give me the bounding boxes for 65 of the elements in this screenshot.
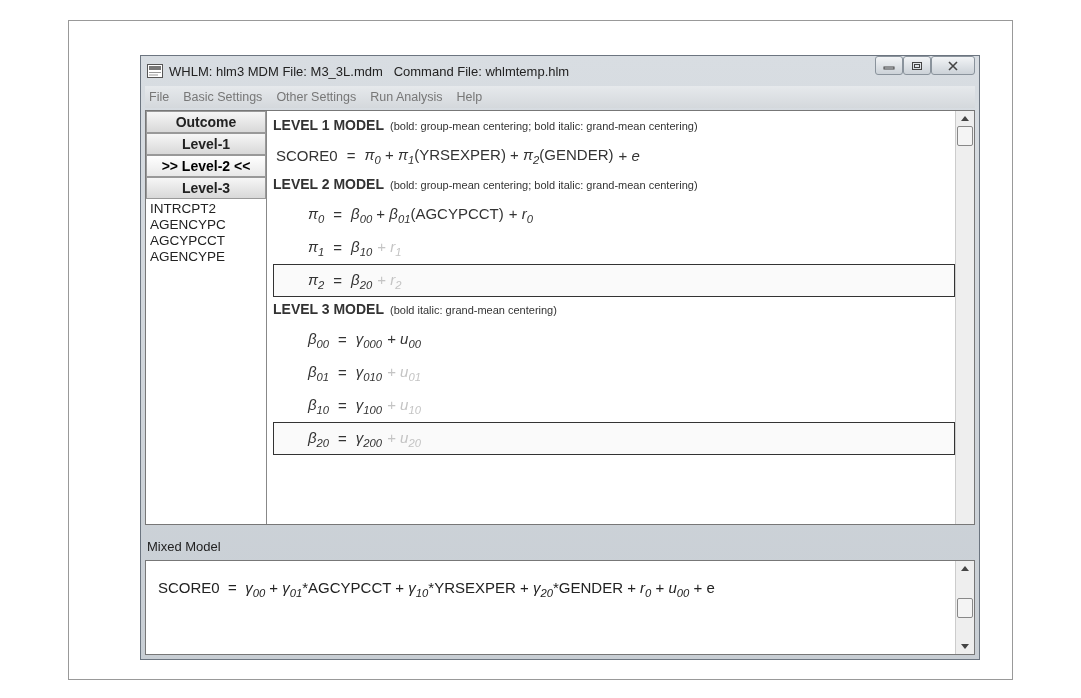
centering-note: (bold: group-mean centering; bold italic: grand-mean centering) — [390, 179, 698, 191]
scroll-up-icon[interactable] — [961, 566, 969, 571]
level-button[interactable]: >> Level-2 << — [146, 155, 266, 177]
centering-note: (bold italic: grand-mean centering) — [390, 304, 557, 316]
equals-sign: = — [338, 397, 347, 414]
menu-item[interactable]: Basic Settings — [183, 90, 263, 104]
level-button[interactable]: Level-1 — [146, 133, 266, 155]
menu-item[interactable]: Other Settings — [276, 90, 357, 104]
close-icon — [947, 60, 959, 71]
equation-row[interactable]: β$_{10}$ = γ$_{100}$ + u$_{10}$ — [273, 389, 955, 422]
equals-sign: = — [333, 206, 343, 223]
scroll-thumb[interactable] — [957, 126, 973, 146]
model-heading: LEVEL 1 MODEL — [273, 117, 384, 133]
random-effect-term[interactable]: + r$_{0}$ — [508, 204, 533, 225]
mixed-model-equation: SCORE0 = γ$_{00}$ + γ$_{01}$*AGCYPCCT + γ$_{10}$*YRSEXPER + γ$_{20}$*GENDER + r$_{0}$ + u$_{00}$ + e — [157, 578, 716, 599]
equation-lhs: SCORE0 — [276, 147, 338, 164]
equation-lhs: π$_{1}$ — [308, 237, 325, 258]
random-effect-term[interactable]: + u$_{00}$ — [387, 329, 421, 350]
scroll-thumb[interactable] — [957, 597, 973, 618]
equals-sign: = — [346, 147, 356, 164]
scroll-up-icon[interactable] — [961, 116, 969, 121]
equation-rhs: π$_{0}$ + π$_{1}$(YRSEXPER) + π$_{2}$(GENDER) — [364, 145, 614, 166]
mixed-model-label: Mixed Model — [146, 538, 222, 556]
app-icon — [147, 64, 163, 78]
maximize-icon — [911, 60, 923, 71]
equation-lhs: β$_{20}$ — [308, 428, 330, 449]
equation-rhs: γ$_{100}$ — [355, 395, 383, 416]
menu-item[interactable]: Run Analysis — [370, 90, 443, 104]
equals-sign: = — [333, 239, 343, 256]
centering-note: (bold: group-mean centering; bold italic: grand-mean centering) — [390, 120, 698, 132]
equation-row[interactable]: π$_{0}$ = β$_{00}$ + β$_{01}$(AGCYPCCT) + r$_{0}$ — [273, 198, 955, 231]
equation-row[interactable]: β$_{01}$ = γ$_{010}$ + u$_{01}$ — [273, 356, 955, 389]
equation-rhs: γ$_{010}$ — [355, 362, 383, 383]
equation-lhs: β$_{01}$ — [308, 362, 330, 383]
variable-item[interactable]: INTRCPT2 — [150, 201, 262, 217]
variable-item[interactable]: AGCYPCCT — [150, 233, 262, 249]
equation-row[interactable]: SCORE0 = π$_{0}$ + π$_{1}$(YRSEXPER) + π$_{2}$(GENDER) + e — [273, 139, 955, 172]
model-heading: LEVEL 2 MODEL — [273, 176, 384, 192]
variable-item[interactable]: AGENCYPE — [150, 249, 262, 265]
equation-lhs: π$_{0}$ — [308, 204, 325, 225]
variable-item[interactable]: AGENCYPC — [150, 217, 262, 233]
equation-lhs: π$_{2}$ — [308, 270, 325, 291]
equals-sign: = — [338, 364, 347, 381]
level-button[interactable]: Level-3 — [146, 177, 266, 199]
scrollbar[interactable] — [955, 111, 974, 524]
model-heading: LEVEL 3 MODEL — [273, 301, 384, 317]
equation-rhs: β$_{00}$ + β$_{01}$(AGCYPCCT) — [351, 204, 504, 225]
equation-rhs: γ$_{000}$ — [355, 329, 383, 350]
scrollbar[interactable] — [955, 561, 974, 654]
equation-rhs: β$_{10}$ — [351, 237, 373, 258]
window-title: WHLM: hlm3 MDM File: M3_3L.mdm Command File: whlmtemp.hlm — [169, 63, 570, 79]
equation-row[interactable]: β$_{00}$ = γ$_{000}$ + u$_{00}$ — [273, 323, 955, 356]
equals-sign: = — [338, 331, 347, 348]
maximize-button[interactable] — [903, 56, 931, 75]
equation-lhs: β$_{00}$ — [308, 329, 330, 350]
equals-sign: = — [338, 430, 347, 447]
random-effect-term[interactable]: + e — [618, 147, 640, 164]
level-button[interactable]: Outcome — [146, 111, 266, 133]
menu-item[interactable]: Help — [456, 90, 483, 104]
scroll-down-icon[interactable] — [961, 644, 969, 649]
equation-rhs: β$_{20}$ — [351, 270, 373, 291]
equation-rhs: γ$_{200}$ — [355, 428, 383, 449]
equals-sign: = — [333, 272, 343, 289]
equation-row[interactable]: π$_{1}$ = β$_{10}$ + r$_{1}$ — [273, 231, 955, 264]
equation-lhs: β$_{10}$ — [308, 395, 330, 416]
